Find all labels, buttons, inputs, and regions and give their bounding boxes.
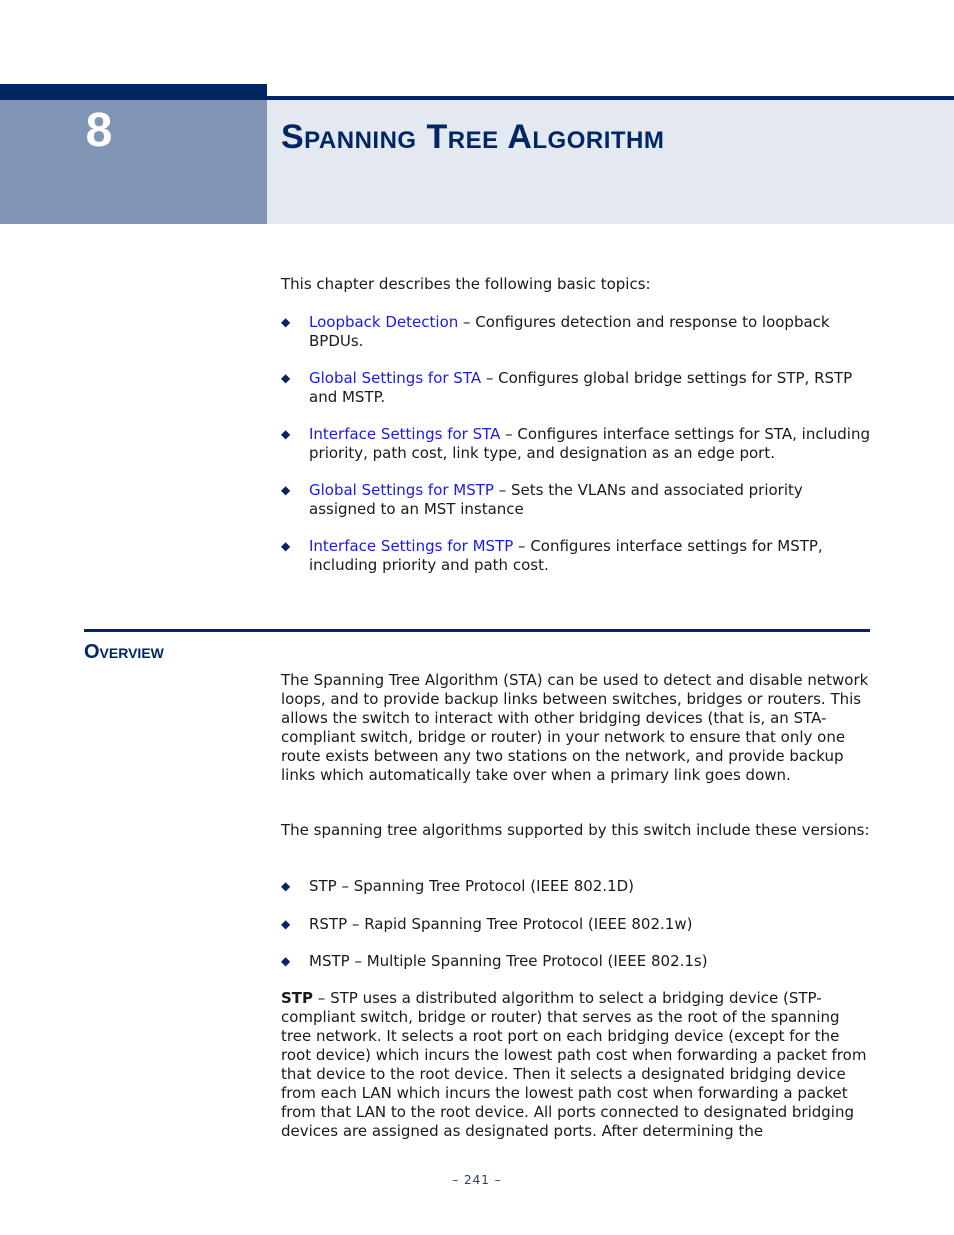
- versions-intro-paragraph: The spanning tree algorithms supported b…: [281, 821, 870, 839]
- topic-link-interface-settings-sta[interactable]: Interface Settings for STA: [309, 425, 500, 443]
- diamond-bullet-icon: ◆: [281, 879, 291, 893]
- topic-list-item: ◆ Interface Settings for STA – Configure…: [281, 425, 873, 463]
- topic-link-loopback-detection[interactable]: Loopback Detection: [309, 313, 458, 331]
- topic-list-item: ◆ Global Settings for MSTP – Sets the VL…: [281, 481, 873, 519]
- stp-description: – STP uses a distributed algorithm to se…: [281, 989, 867, 1140]
- overview-paragraph: The Spanning Tree Algorithm (STA) can be…: [281, 671, 869, 784]
- diamond-bullet-icon: ◆: [281, 427, 291, 441]
- version-list-item: ◆ STP – Spanning Tree Protocol (IEEE 802…: [281, 877, 873, 896]
- section-heading-overview: Overview: [84, 641, 164, 663]
- stp-term: STP: [281, 989, 314, 1007]
- diamond-bullet-icon: ◆: [281, 371, 291, 385]
- topic-list-item: ◆ Interface Settings for MSTP – Configur…: [281, 537, 873, 575]
- page-number: – 241 –: [452, 1173, 502, 1187]
- diamond-bullet-icon: ◆: [281, 917, 291, 931]
- chapter-number: 8: [85, 104, 113, 157]
- topic-list-item: ◆ Loopback Detection – Configures detect…: [281, 313, 873, 351]
- topic-link-global-settings-sta[interactable]: Global Settings for STA: [309, 369, 481, 387]
- topic-link-interface-settings-mstp[interactable]: Interface Settings for MSTP: [309, 537, 513, 555]
- version-list-item: ◆ RSTP – Rapid Spanning Tree Protocol (I…: [281, 915, 873, 934]
- version-text: STP – Spanning Tree Protocol (IEEE 802.1…: [309, 877, 635, 895]
- diamond-bullet-icon: ◆: [281, 954, 291, 968]
- diamond-bullet-icon: ◆: [281, 539, 291, 553]
- topic-list-item: ◆ Global Settings for STA – Configures g…: [281, 369, 873, 407]
- topic-link-global-settings-mstp[interactable]: Global Settings for MSTP: [309, 481, 494, 499]
- diamond-bullet-icon: ◆: [281, 315, 291, 329]
- version-text: MSTP – Multiple Spanning Tree Protocol (…: [309, 952, 708, 970]
- version-text: RSTP – Rapid Spanning Tree Protocol (IEE…: [309, 915, 693, 933]
- intro-text: This chapter describes the following bas…: [281, 275, 651, 293]
- version-list-item: ◆ MSTP – Multiple Spanning Tree Protocol…: [281, 952, 873, 971]
- stp-paragraph: STP – STP uses a distributed algorithm t…: [281, 989, 873, 1141]
- diamond-bullet-icon: ◆: [281, 483, 291, 497]
- section-rule: [84, 629, 870, 632]
- chapter-title: Spanning Tree Algorithm: [281, 118, 665, 156]
